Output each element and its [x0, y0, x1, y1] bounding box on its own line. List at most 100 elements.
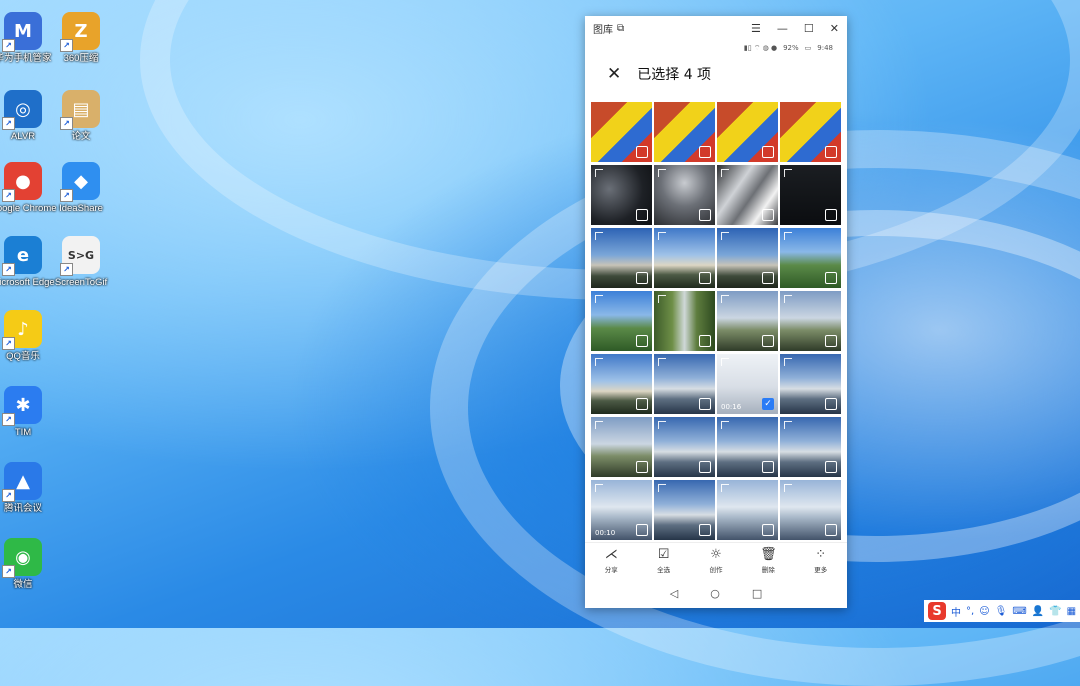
photo-thumbnail[interactable] — [654, 228, 715, 288]
action-bulb[interactable]: ☼ 创作 — [696, 548, 736, 575]
keyboard-icon[interactable]: ⌨ — [1012, 606, 1026, 617]
expand-icon[interactable] — [658, 295, 666, 303]
photo-thumbnail[interactable] — [654, 354, 715, 414]
toolbox-icon[interactable]: ▦ — [1067, 606, 1076, 617]
menu-icon[interactable]: ☰ — [751, 22, 761, 35]
select-checkbox[interactable] — [699, 398, 711, 410]
photo-thumbnail[interactable] — [654, 102, 715, 162]
photo-thumbnail[interactable] — [591, 102, 652, 162]
photo-thumbnail[interactable] — [717, 417, 778, 477]
photo-thumbnail[interactable] — [780, 228, 841, 288]
user-icon[interactable]: 👤 — [1032, 606, 1044, 617]
punctuation-icon[interactable]: °, — [966, 606, 974, 617]
select-checkbox[interactable] — [762, 461, 774, 473]
select-checkbox[interactable] — [825, 209, 837, 221]
select-checkbox[interactable] — [825, 146, 837, 158]
action-more[interactable]: ⁘ 更多 — [801, 548, 841, 575]
back-icon[interactable]: ◁ — [670, 587, 678, 600]
select-checkbox[interactable] — [699, 335, 711, 347]
sogou-icon[interactable]: S — [928, 602, 946, 620]
select-checkbox[interactable] — [636, 398, 648, 410]
photo-thumbnail[interactable] — [654, 165, 715, 225]
expand-icon[interactable] — [784, 295, 792, 303]
minimize-button[interactable]: — — [777, 22, 788, 35]
desktop-icon[interactable]: ◆ ↗ IdeaShare — [46, 162, 116, 214]
maximize-button[interactable]: ☐ — [804, 22, 814, 35]
desktop-icon[interactable]: ✱ ↗ TIM — [0, 386, 58, 438]
expand-icon[interactable] — [721, 169, 729, 177]
select-checkbox[interactable] — [636, 209, 648, 221]
select-checkbox[interactable] — [699, 461, 711, 473]
expand-icon[interactable] — [595, 169, 603, 177]
photo-thumbnail[interactable] — [780, 480, 841, 540]
expand-icon[interactable] — [721, 484, 729, 492]
desktop-icon[interactable]: ♪ ↗ QQ音乐 — [0, 310, 58, 362]
select-checkbox[interactable] — [699, 272, 711, 284]
skin-icon[interactable]: 👕 — [1049, 606, 1061, 617]
expand-icon[interactable] — [784, 484, 792, 492]
select-checkbox[interactable]: ✓ — [762, 398, 774, 410]
desktop-icon[interactable]: ▤ ↗ 论文 — [46, 90, 116, 142]
photo-thumbnail[interactable] — [780, 417, 841, 477]
action-trash[interactable]: 🗑 删除 — [748, 548, 788, 575]
desktop-icon[interactable]: ▲ ↗ 腾讯会议 — [0, 462, 58, 514]
close-selection-icon[interactable]: ✕ — [607, 64, 621, 84]
photo-thumbnail[interactable] — [591, 228, 652, 288]
select-checkbox[interactable] — [825, 335, 837, 347]
select-checkbox[interactable] — [636, 272, 648, 284]
select-checkbox[interactable] — [762, 335, 774, 347]
photo-thumbnail[interactable] — [654, 417, 715, 477]
action-share[interactable]: ⋌ 分享 — [591, 548, 631, 575]
chinese-mode-icon[interactable]: 中 — [951, 604, 961, 619]
select-checkbox[interactable] — [825, 524, 837, 536]
select-checkbox[interactable] — [636, 335, 648, 347]
expand-icon[interactable] — [595, 484, 603, 492]
expand-icon[interactable] — [595, 295, 603, 303]
select-checkbox[interactable] — [825, 461, 837, 473]
close-button[interactable]: ✕ — [830, 22, 839, 35]
expand-icon[interactable] — [784, 421, 792, 429]
expand-icon[interactable] — [595, 421, 603, 429]
expand-icon[interactable] — [784, 169, 792, 177]
home-icon[interactable]: ○ — [710, 587, 720, 600]
photo-thumbnail[interactable] — [780, 291, 841, 351]
mic-icon[interactable]: 🎙 — [995, 606, 1008, 617]
photo-thumbnail[interactable] — [780, 102, 841, 162]
photo-thumbnail[interactable] — [717, 228, 778, 288]
recents-icon[interactable]: □ — [752, 587, 762, 600]
photo-thumbnail[interactable] — [654, 291, 715, 351]
photo-thumbnail[interactable]: 00:10 — [591, 480, 652, 540]
desktop-icon[interactable]: S>G ↗ ScreenToGif — [46, 236, 116, 288]
expand-icon[interactable] — [658, 421, 666, 429]
expand-icon[interactable] — [721, 295, 729, 303]
expand-icon[interactable] — [721, 421, 729, 429]
expand-icon[interactable] — [784, 232, 792, 240]
photo-thumbnail[interactable] — [717, 102, 778, 162]
expand-icon[interactable] — [784, 358, 792, 366]
photo-thumbnail[interactable] — [717, 291, 778, 351]
photo-thumbnail[interactable] — [780, 354, 841, 414]
action-select-all[interactable]: ☑ 全选 — [644, 548, 684, 575]
emoji-icon[interactable]: ☺ — [979, 606, 989, 617]
select-checkbox[interactable] — [699, 209, 711, 221]
photo-thumbnail[interactable] — [654, 480, 715, 540]
photo-thumbnail[interactable] — [717, 480, 778, 540]
expand-icon[interactable] — [721, 232, 729, 240]
expand-icon[interactable] — [658, 232, 666, 240]
select-checkbox[interactable] — [636, 146, 648, 158]
photo-thumbnail[interactable] — [591, 291, 652, 351]
photo-thumbnail[interactable]: 00:16 ✓ — [717, 354, 778, 414]
photo-thumbnail[interactable] — [591, 417, 652, 477]
expand-icon[interactable] — [658, 484, 666, 492]
select-checkbox[interactable] — [636, 461, 648, 473]
expand-icon[interactable] — [595, 232, 603, 240]
select-checkbox[interactable] — [762, 524, 774, 536]
desktop-icon[interactable]: ◉ ↗ 微信 — [0, 538, 58, 590]
select-checkbox[interactable] — [699, 524, 711, 536]
select-checkbox[interactable] — [762, 272, 774, 284]
expand-icon[interactable] — [658, 169, 666, 177]
photo-thumbnail[interactable] — [717, 165, 778, 225]
photo-thumbnail[interactable] — [591, 354, 652, 414]
desktop-icon[interactable]: Z ↗ 360压缩 — [46, 12, 116, 64]
select-checkbox[interactable] — [825, 272, 837, 284]
